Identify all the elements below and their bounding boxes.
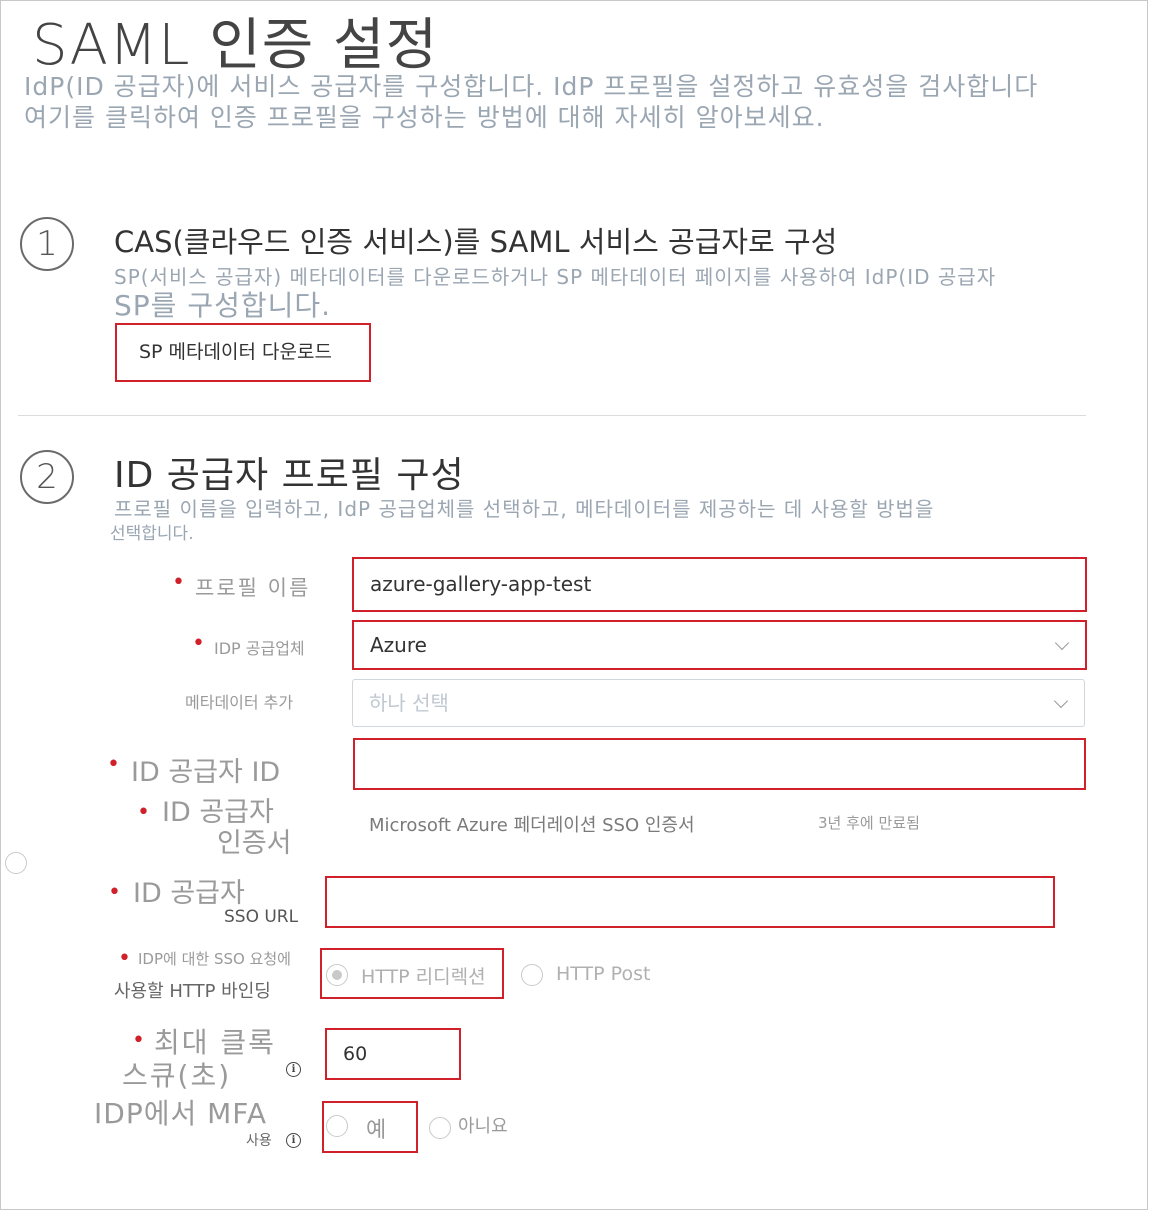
add-metadata-placeholder: 하나 선택 xyxy=(369,691,449,715)
mfa-no-label: 아니요 xyxy=(458,1116,508,1137)
required-dot-icon: • xyxy=(137,800,150,825)
sso-url-input[interactable] xyxy=(325,876,1055,928)
clock-skew-label: 최대 클록 xyxy=(154,1026,276,1059)
profile-name-input[interactable]: azure-gallery-app-test xyxy=(352,557,1087,612)
idp-vendor-label: IDP 공급업체 xyxy=(214,639,305,658)
learn-more-link[interactable]: 여기를 클릭하여 인증 프로필을 구성하는 방법에 대해 자세히 알아보세요. xyxy=(24,103,825,133)
page-title: SAML 인증 설정 xyxy=(32,13,439,78)
info-icon[interactable]: i xyxy=(286,1133,301,1148)
binding-label: IDP에 대한 SSO 요청에 xyxy=(138,950,291,968)
idp-cert-name: Microsoft Azure 페더레이션 SSO 인증서 xyxy=(369,815,695,836)
side-radio[interactable] xyxy=(5,852,27,874)
binding-post-label: HTTP Post xyxy=(556,963,651,985)
idp-cert-expiry: 3년 후에 만료됨 xyxy=(818,814,920,832)
mfa-yes-label: 예 xyxy=(366,1118,387,1143)
binding-post-radio[interactable] xyxy=(521,964,543,986)
idp-vendor-select[interactable]: Azure xyxy=(352,620,1087,670)
mfa-label: IDP에서 MFA xyxy=(94,1097,267,1130)
chevron-down-icon xyxy=(1054,635,1070,651)
step-1-desc: SP(서비스 공급자) 메타데이터를 다운로드하거나 SP 메타데이터 페이지를… xyxy=(114,265,997,289)
step-1-badge: 1 xyxy=(20,217,74,271)
idp-id-label: ID 공급자 ID xyxy=(131,757,281,788)
binding-redirect-label: HTTP 리디렉션 xyxy=(361,966,486,988)
info-icon[interactable]: i xyxy=(286,1062,301,1077)
binding-label-2: 사용할 HTTP 바인딩 xyxy=(114,981,271,1002)
page-subtitle: IdP(ID 공급자)에 서비스 공급자를 구성합니다. IdP 프로필을 설정… xyxy=(24,72,1039,101)
binding-redirect-radio[interactable] xyxy=(326,964,348,986)
required-dot-icon: • xyxy=(132,1028,145,1053)
idp-id-input[interactable] xyxy=(353,738,1086,790)
step-2-heading: ID 공급자 프로필 구성 xyxy=(114,455,465,496)
step-2-desc: 프로필 이름을 입력하고, IdP 공급업체를 선택하고, 메타데이터를 제공하… xyxy=(114,497,935,521)
step-1-heading: CAS(클라우드 인증 서비스)를 SAML 서비스 공급자로 구성 xyxy=(114,225,838,259)
mfa-no-radio[interactable] xyxy=(429,1117,451,1139)
required-dot-icon: • xyxy=(192,631,205,656)
idp-vendor-value: Azure xyxy=(370,633,427,657)
step-1-desc-2: SP를 구성합니다. xyxy=(114,289,332,322)
sso-url-label: ID 공급자 xyxy=(133,878,245,909)
chevron-down-icon xyxy=(1053,693,1069,709)
download-sp-metadata-button[interactable]: SP 메타데이터 다운로드 xyxy=(115,323,371,382)
add-metadata-select[interactable]: 하나 선택 xyxy=(352,679,1085,727)
step-2-badge: 2 xyxy=(20,450,74,504)
required-dot-icon: • xyxy=(107,752,120,777)
required-dot-icon: • xyxy=(172,570,185,595)
sso-url-label-2: SSO URL xyxy=(224,907,299,927)
mfa-label-2: 사용 xyxy=(246,1133,272,1149)
required-dot-icon: • xyxy=(118,946,131,971)
mfa-yes-radio[interactable] xyxy=(326,1115,348,1137)
step-2-desc-2: 선택합니다. xyxy=(110,524,194,544)
idp-cert-label-2: 인증서 xyxy=(217,828,292,859)
idp-cert-label: ID 공급자 xyxy=(162,797,274,828)
section-divider xyxy=(18,415,1086,416)
clock-skew-label-2: 스큐(초) xyxy=(122,1059,232,1092)
required-dot-icon: • xyxy=(108,880,121,905)
profile-name-label: 프로필 이름 xyxy=(195,576,311,600)
add-metadata-label: 메타데이터 추가 xyxy=(185,693,294,712)
clock-skew-input[interactable]: 60 xyxy=(325,1028,461,1080)
